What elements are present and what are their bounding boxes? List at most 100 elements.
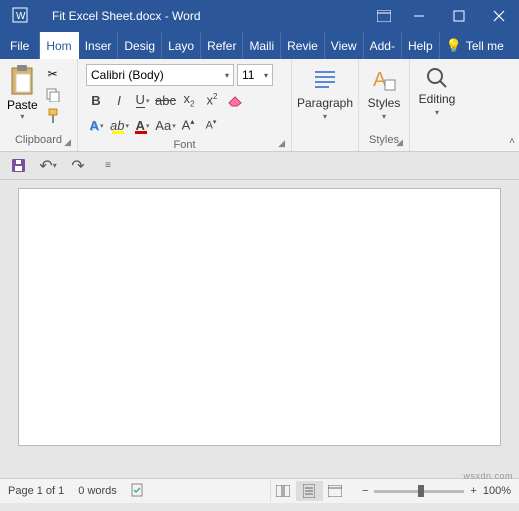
zoom-slider[interactable] [374, 490, 464, 493]
styles-icon: A [371, 66, 397, 94]
group-styles: A Styles ▾ Styles◢ [359, 59, 410, 151]
document-area [0, 180, 519, 478]
grow-font-button[interactable]: A▴ [178, 115, 198, 135]
chevron-down-icon: ▾ [225, 71, 229, 80]
redo-button[interactable]: ↷ [68, 156, 88, 176]
tell-me[interactable]: 💡 Tell me [440, 32, 510, 59]
chevron-down-icon: ▾ [264, 71, 268, 80]
view-buttons [270, 481, 348, 501]
group-editing: Editing ▾ [410, 59, 464, 151]
ribbon-display-icon[interactable] [369, 10, 399, 22]
highlight-button[interactable]: ab [109, 115, 129, 135]
tab-insert[interactable]: Inser [79, 32, 119, 59]
copy-button[interactable] [43, 86, 63, 104]
web-layout-button[interactable] [322, 481, 348, 501]
eraser-icon [227, 93, 243, 107]
tab-design[interactable]: Desig [118, 32, 162, 59]
save-button[interactable] [8, 156, 28, 176]
print-layout-button[interactable] [296, 481, 322, 501]
shrink-font-button[interactable]: A▾ [201, 115, 221, 135]
strike-icon: abc [155, 93, 176, 108]
tab-help[interactable]: Help [402, 32, 440, 59]
grow-font-icon: A▴ [182, 117, 195, 132]
font-size-combo[interactable]: 11 ▾ [237, 64, 273, 86]
undo-button[interactable]: ↶▾ [38, 156, 58, 176]
word-count[interactable]: 0 words [78, 485, 117, 497]
zoom-in-button[interactable]: + [470, 485, 476, 497]
styles-label: Styles [368, 96, 401, 110]
subscript-button[interactable]: x2 [179, 90, 199, 110]
paste-label: Paste [7, 98, 38, 112]
launcher-icon[interactable]: ◢ [278, 136, 285, 150]
bulb-icon: 💡 [446, 38, 462, 54]
font-name-combo[interactable]: Calibri (Body)▾ [86, 64, 234, 86]
launcher-icon[interactable]: ◢ [396, 135, 403, 149]
group-font: Calibri (Body)▾ 11 ▾ B I U abc x2 x2 A ab… [78, 59, 292, 151]
slider-thumb[interactable] [418, 485, 424, 497]
customize-qat-button[interactable]: ≡ [98, 156, 118, 176]
title-bar: W Fit Excel Sheet.docx - Word [0, 0, 519, 32]
font-size-value: 11 [242, 68, 254, 82]
tab-addins[interactable]: Add- [364, 32, 402, 59]
zoom-value[interactable]: 100% [483, 485, 511, 497]
bold-button[interactable]: B [86, 90, 106, 110]
superscript-button[interactable]: x2 [202, 90, 222, 110]
group-paragraph: Paragraph ▾ [292, 59, 359, 151]
tab-mailings[interactable]: Maili [243, 32, 281, 59]
clear-format-button[interactable] [225, 90, 245, 110]
scissors-icon: ✂ [48, 67, 58, 81]
collapse-ribbon-icon[interactable]: ˄ [509, 136, 515, 147]
paragraph-button[interactable]: Paragraph ▾ [296, 62, 354, 133]
italic-button[interactable]: I [109, 90, 129, 110]
strikethrough-button[interactable]: abc [155, 90, 176, 110]
tab-layout[interactable]: Layo [162, 32, 201, 59]
close-button[interactable] [479, 0, 519, 32]
group-clipboard: Paste ▾ ✂ Clipboard◢ [0, 59, 78, 151]
paragraph-icon [311, 66, 339, 94]
styles-group-label: Styles [369, 134, 399, 146]
zoom-controls: − + 100% [362, 485, 511, 497]
underline-button[interactable]: U [132, 90, 152, 110]
zoom-out-button[interactable]: − [362, 485, 368, 497]
clipboard-label: Clipboard [15, 134, 62, 146]
shrink-font-icon: A▾ [206, 118, 217, 132]
launcher-icon[interactable]: ◢ [64, 135, 71, 149]
subscript-icon: x2 [183, 91, 194, 109]
editing-button[interactable]: Editing ▾ [414, 62, 460, 133]
web-layout-icon [328, 485, 342, 497]
cut-button[interactable]: ✂ [43, 65, 63, 83]
read-mode-button[interactable] [270, 481, 296, 501]
watermark: wsxdn.com [463, 471, 513, 481]
spell-check-icon[interactable] [131, 483, 145, 500]
styles-button[interactable]: A Styles ▾ [363, 62, 405, 133]
tab-review[interactable]: Revie [281, 32, 325, 59]
quick-access-toolbar: ↶▾ ↷ ≡ [0, 152, 519, 180]
format-painter-button[interactable] [43, 107, 63, 125]
paste-icon [8, 64, 36, 98]
tab-file[interactable]: File [0, 32, 40, 59]
customize-icon: ≡ [105, 160, 111, 171]
read-icon [276, 485, 290, 497]
minimize-button[interactable] [399, 0, 439, 32]
undo-icon: ↶ [39, 156, 52, 176]
editing-label: Editing [419, 92, 456, 106]
tell-me-label: Tell me [466, 39, 504, 53]
font-color-button[interactable]: A [132, 115, 152, 135]
find-icon [425, 66, 449, 90]
page-indicator[interactable]: Page 1 of 1 [8, 485, 64, 497]
chevron-down-icon: ▾ [382, 112, 386, 121]
window-controls [399, 0, 519, 32]
change-case-button[interactable]: Aa [155, 115, 175, 135]
tab-references[interactable]: Refer [201, 32, 243, 59]
document-page[interactable] [18, 188, 501, 446]
copy-icon [46, 88, 60, 102]
tab-home[interactable]: Hom [40, 32, 78, 59]
paragraph-label: Paragraph [297, 96, 353, 110]
case-icon: Aa [155, 118, 171, 133]
paste-button[interactable]: Paste ▾ [4, 62, 41, 133]
maximize-button[interactable] [439, 0, 479, 32]
text-effects-button[interactable]: A [86, 115, 106, 135]
tab-view[interactable]: View [325, 32, 364, 59]
app-icon: W [8, 7, 32, 26]
italic-icon: I [117, 93, 121, 108]
